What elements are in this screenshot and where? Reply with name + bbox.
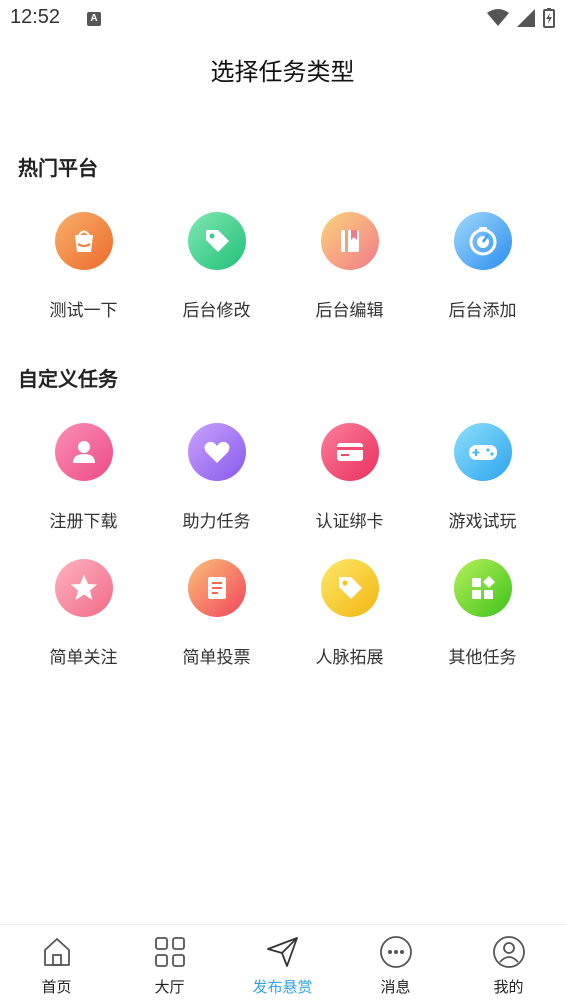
- tab-post-reward[interactable]: 发布悬赏: [226, 935, 339, 997]
- notification-badge-icon: A: [87, 12, 101, 26]
- wifi-icon: [487, 9, 509, 26]
- profile-icon: [492, 936, 525, 968]
- task-type-item[interactable]: 后台修改: [150, 212, 283, 321]
- send-icon: [266, 937, 298, 967]
- bag-icon: [54, 212, 113, 270]
- task-type-label: 后台编辑: [315, 301, 384, 321]
- gamepad-icon: [453, 423, 512, 481]
- task-type-item[interactable]: 注册下载: [17, 423, 150, 532]
- status-icons: [487, 8, 555, 28]
- task-type-label: 认证绑卡: [315, 512, 384, 532]
- task-type-label: 助力任务: [182, 512, 251, 532]
- task-type-item[interactable]: 认证绑卡: [283, 423, 416, 532]
- grid-icon: [453, 559, 512, 617]
- document-icon: [187, 559, 246, 617]
- tab-messages[interactable]: 消息: [339, 935, 452, 997]
- dial-icon: [453, 212, 512, 270]
- task-type-label: 后台添加: [448, 301, 517, 321]
- tab-label: 我的: [493, 978, 524, 996]
- task-type-item[interactable]: 游戏试玩: [416, 423, 549, 532]
- task-type-label: 测试一下: [49, 301, 118, 321]
- task-type-label: 人脉拓展: [315, 648, 384, 668]
- task-type-item[interactable]: 其他任务: [416, 559, 549, 668]
- task-type-label: 简单投票: [182, 648, 251, 668]
- task-type-item[interactable]: 后台添加: [416, 212, 549, 321]
- tab-label: 大厅: [154, 978, 185, 996]
- task-type-label: 后台修改: [182, 301, 251, 321]
- heart-icon: [187, 423, 246, 481]
- book-icon: [320, 212, 379, 270]
- card-icon: [320, 423, 379, 481]
- page-title: 选择任务类型: [210, 58, 355, 86]
- tab-home[interactable]: 首页: [0, 935, 113, 997]
- task-type-item[interactable]: 测试一下: [17, 212, 150, 321]
- chat-icon: [379, 936, 412, 968]
- task-type-label: 游戏试玩: [448, 512, 517, 532]
- tag-icon: [187, 212, 246, 270]
- section-title-hot: 热门平台: [18, 156, 98, 180]
- tag-icon: [320, 559, 379, 617]
- tab-label: 首页: [41, 978, 72, 996]
- task-type-item[interactable]: 助力任务: [150, 423, 283, 532]
- apps-icon: [154, 937, 185, 967]
- status-bar: 12:52 A: [0, 0, 565, 40]
- status-time: 12:52: [10, 6, 61, 28]
- tab-hall[interactable]: 大厅: [113, 935, 226, 997]
- task-type-item[interactable]: 后台编辑: [283, 212, 416, 321]
- task-type-label: 注册下载: [49, 512, 118, 532]
- home-icon: [43, 938, 70, 966]
- tab-label: 发布悬赏: [252, 978, 313, 996]
- task-type-item[interactable]: 简单关注: [17, 559, 150, 668]
- user-icon: [54, 423, 113, 481]
- tab-label: 消息: [380, 978, 411, 996]
- section-title-custom: 自定义任务: [18, 367, 118, 391]
- task-type-item[interactable]: 人脉拓展: [283, 559, 416, 668]
- signal-icon: [517, 9, 535, 27]
- battery-icon: [543, 8, 555, 28]
- task-type-label: 其他任务: [448, 648, 517, 668]
- star-icon: [54, 559, 113, 617]
- task-type-item[interactable]: 简单投票: [150, 559, 283, 668]
- bottom-tab-bar: 首页 大厅 发布悬赏 消息 我的: [0, 924, 565, 1004]
- task-type-label: 简单关注: [49, 648, 118, 668]
- tab-profile[interactable]: 我的: [452, 935, 565, 997]
